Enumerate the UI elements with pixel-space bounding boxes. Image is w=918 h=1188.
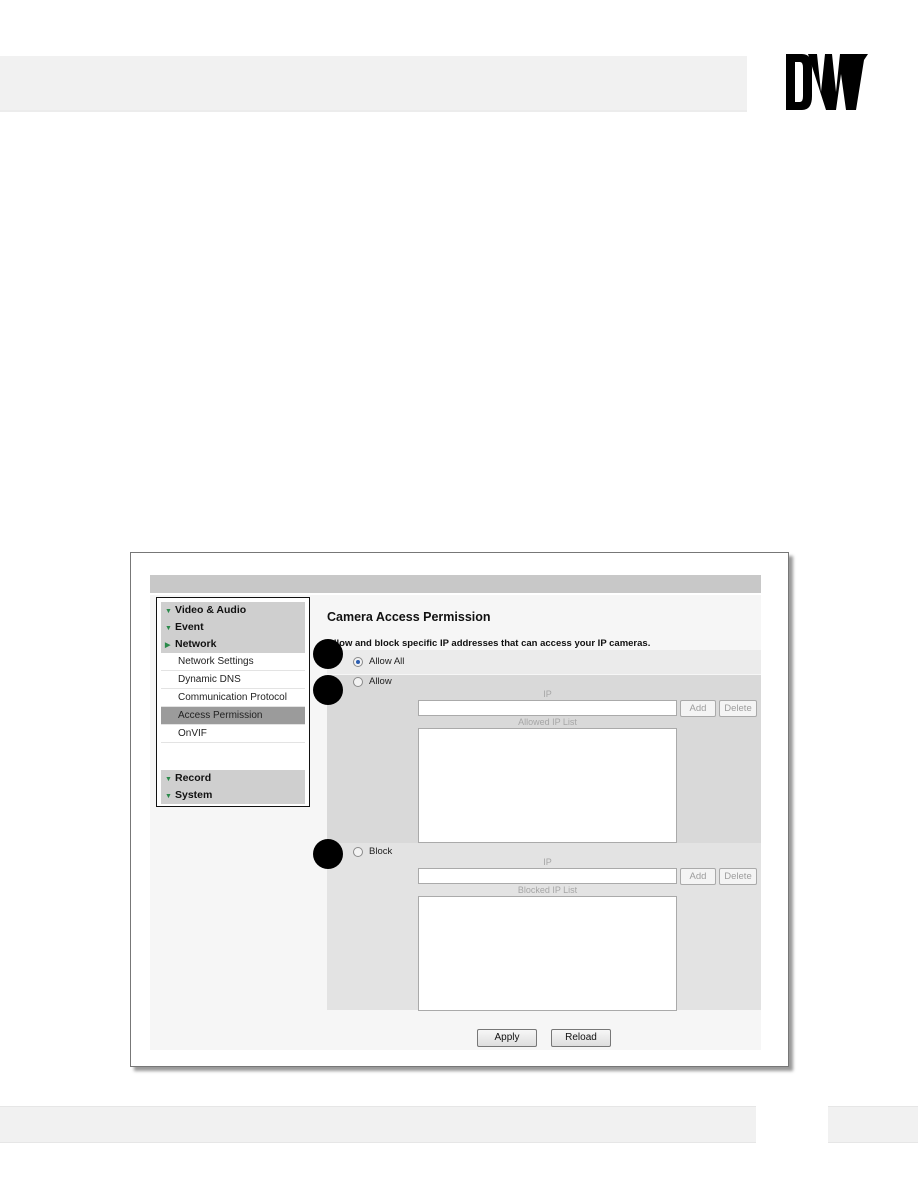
- page-description: Allow and block specific IP addresses th…: [327, 638, 651, 649]
- allow-ip-input[interactable]: [418, 700, 677, 716]
- block-ip-input[interactable]: [418, 868, 677, 884]
- nav-label: System: [175, 789, 213, 801]
- radio-indicator: [353, 656, 363, 667]
- allowed-ip-list-label: Allowed IP List: [518, 717, 577, 727]
- allow-ip-label: IP: [543, 689, 552, 699]
- allow-section: Allow IP Add Delete Allowed IP List: [327, 675, 761, 843]
- chevron-down-icon: ▼: [165, 608, 172, 615]
- block-ip-label: IP: [543, 857, 552, 867]
- page-footer-bar: [0, 1106, 756, 1143]
- blocked-ip-list-label: Blocked IP List: [517, 885, 578, 895]
- nav-network[interactable]: ▶ Network: [161, 636, 305, 653]
- nav-label: Network: [175, 638, 217, 650]
- nav-group-bottom: ▼ Record ▼ System: [161, 770, 305, 804]
- sidebar-nav: ▼ Video & Audio ▼ Event ▶ Network Network S…: [156, 597, 310, 807]
- chevron-down-icon: ▼: [165, 776, 172, 783]
- callout-1: [313, 639, 343, 669]
- allow-radio[interactable]: Allow: [353, 676, 392, 687]
- apply-button[interactable]: Apply: [477, 1029, 537, 1047]
- block-radio[interactable]: Block: [353, 846, 392, 857]
- nav-dynamic-dns[interactable]: Dynamic DNS: [161, 671, 305, 689]
- page-title: Camera Access Permission: [327, 610, 491, 624]
- allow-delete-button[interactable]: Delete: [719, 700, 757, 717]
- page-header-bar: [0, 56, 747, 112]
- block-delete-button[interactable]: Delete: [719, 868, 757, 885]
- screenshot-frame: ▼ Video & Audio ▼ Event ▶ Network Network S…: [130, 552, 789, 1067]
- nav-group-top: ▼ Video & Audio ▼ Event ▶ Network: [161, 602, 305, 653]
- block-add-button[interactable]: Add: [680, 868, 716, 885]
- allow-all-row: Allow All: [327, 650, 761, 674]
- allow-all-radio[interactable]: Allow All: [353, 656, 404, 667]
- radio-indicator: [353, 676, 363, 687]
- nav-label: Record: [175, 772, 212, 784]
- radio-label: Block: [369, 846, 393, 857]
- nav-network-settings[interactable]: Network Settings: [161, 653, 305, 671]
- callout-3: [313, 839, 343, 869]
- nav-record[interactable]: ▼ Record: [161, 770, 305, 787]
- blocked-ip-list[interactable]: [418, 896, 677, 1011]
- reload-button[interactable]: Reload: [551, 1029, 611, 1047]
- chevron-down-icon: ▼: [165, 793, 172, 800]
- nav-event[interactable]: ▼ Event: [161, 619, 305, 636]
- nav-video-audio[interactable]: ▼ Video & Audio: [161, 602, 305, 619]
- dw-logo: [786, 54, 868, 110]
- nav-label: Video & Audio: [175, 604, 247, 616]
- nav-access-permission[interactable]: Access Permission: [161, 707, 305, 725]
- nav-onvif[interactable]: OnVIF: [161, 725, 305, 743]
- nav-system[interactable]: ▼ System: [161, 787, 305, 804]
- block-section: Block IP Add Delete Blocked IP List: [327, 843, 761, 1011]
- allowed-ip-list[interactable]: [418, 728, 677, 843]
- nav-communication-protocol[interactable]: Communication Protocol: [161, 689, 305, 707]
- callout-2: [313, 675, 343, 705]
- radio-indicator: [353, 846, 363, 857]
- chevron-right-icon: ▶: [165, 642, 171, 649]
- allow-add-button[interactable]: Add: [680, 700, 716, 717]
- radio-label: Allow: [369, 676, 392, 687]
- chevron-down-icon: ▼: [165, 625, 172, 632]
- app-top-bar: [150, 575, 761, 593]
- page-footer-bar-right: [828, 1106, 918, 1143]
- nav-label: Event: [175, 621, 204, 633]
- radio-label: Allow All: [369, 656, 405, 667]
